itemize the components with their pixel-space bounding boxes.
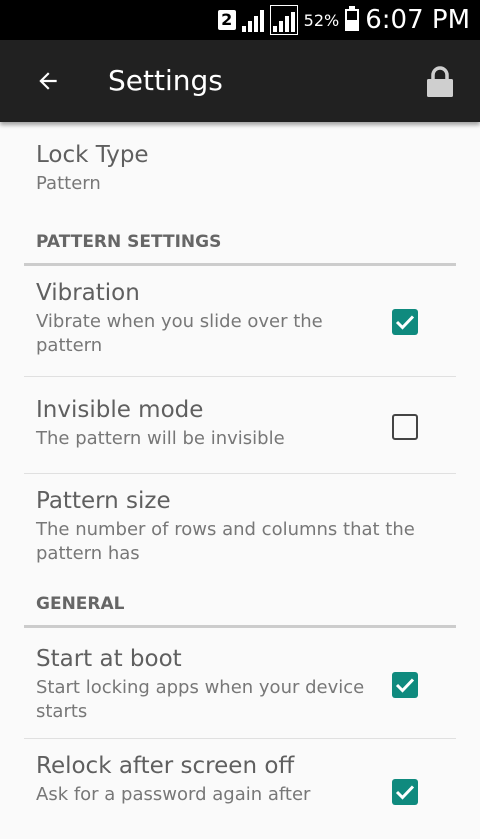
checkmark-icon bbox=[395, 785, 415, 800]
pref-vibration[interactable]: Vibration Vibrate when you slide over th… bbox=[24, 266, 456, 377]
back-button[interactable] bbox=[28, 61, 68, 101]
signal-strength-icon bbox=[241, 8, 264, 32]
pref-title: Lock Type bbox=[36, 142, 149, 168]
lock-button[interactable] bbox=[420, 62, 460, 102]
pref-summary: The number of rows and columns that the … bbox=[36, 519, 415, 564]
pref-title: Pattern size bbox=[36, 488, 171, 514]
arrow-back-icon bbox=[39, 72, 57, 90]
signal-strength-2-icon bbox=[269, 5, 298, 35]
start-at-boot-checkbox[interactable] bbox=[392, 672, 418, 698]
pref-title: Relock after screen off bbox=[36, 753, 295, 779]
category-general: GENERAL bbox=[24, 592, 456, 628]
pref-pattern-size[interactable]: Pattern size The number of rows and colu… bbox=[24, 474, 456, 592]
vibration-checkbox[interactable] bbox=[392, 309, 418, 335]
pref-relock-after-screen-off[interactable]: Relock after screen off Ask for a passwo… bbox=[24, 739, 456, 839]
battery-percent: 52% bbox=[303, 10, 340, 30]
pref-lock-type[interactable]: Lock Type Pattern bbox=[24, 122, 456, 210]
app-bar: Settings bbox=[0, 40, 480, 122]
checkmark-icon bbox=[395, 678, 415, 693]
status-icons: 2 52% 6:07 PM bbox=[217, 0, 470, 40]
relock-checkbox[interactable] bbox=[392, 779, 418, 805]
settings-list: Lock Type Pattern PATTERN SETTINGS Vibra… bbox=[0, 122, 480, 839]
invisible-mode-checkbox[interactable] bbox=[392, 414, 418, 440]
pref-title: Vibration bbox=[36, 280, 140, 306]
sim-slot-indicator: 2 bbox=[217, 10, 236, 30]
checkmark-icon bbox=[395, 315, 415, 330]
page-title: Settings bbox=[108, 64, 223, 97]
pref-summary: Pattern bbox=[36, 173, 101, 194]
pref-title: Start at boot bbox=[36, 646, 182, 672]
category-pattern-settings: PATTERN SETTINGS bbox=[24, 210, 456, 266]
pref-invisible-mode[interactable]: Invisible mode The pattern will be invis… bbox=[24, 377, 456, 474]
status-bar: 2 52% 6:07 PM bbox=[0, 0, 480, 40]
lock-icon bbox=[427, 66, 453, 97]
battery-icon bbox=[345, 6, 360, 31]
pref-start-at-boot[interactable]: Start at boot Start locking apps when yo… bbox=[24, 628, 456, 739]
clock: 6:07 PM bbox=[365, 5, 470, 35]
